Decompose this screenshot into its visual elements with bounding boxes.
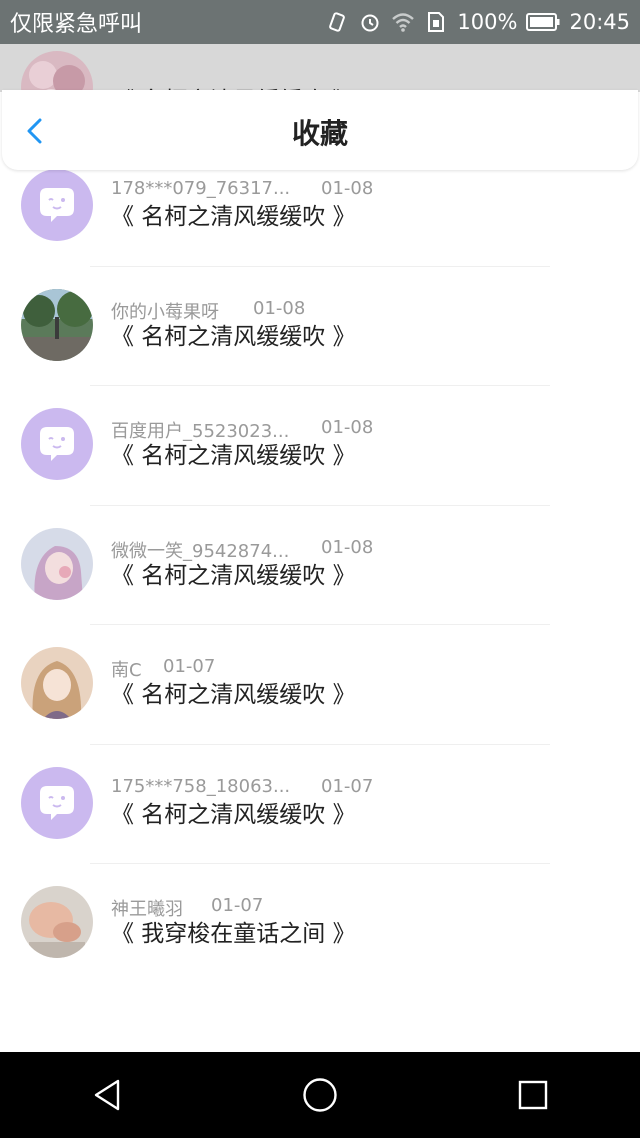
favorites-list: 《 名柯之清风缓缓吹 》 178***079_76317... 01-08 《 … (0, 51, 640, 984)
clock: 20:45 (569, 10, 630, 34)
item-meta: 175***758_18063... 01-07 (111, 775, 373, 797)
list-item[interactable]: 神王曦羽 01-07 《 我穿梭在童话之间 》 (0, 864, 640, 984)
item-title: 《 名柯之清风缓缓吹 》 (111, 323, 356, 350)
avatar (21, 886, 93, 958)
sim-icon (424, 10, 448, 34)
list-item[interactable]: 南C 01-07 《 名柯之清风缓缓吹 》 (0, 625, 640, 745)
nav-home-button[interactable] (300, 1075, 340, 1115)
circle-home-icon (303, 1078, 337, 1112)
item-date: 01-08 (253, 297, 306, 319)
wifi-icon (391, 10, 415, 34)
item-title: 《 我穿梭在童话之间 》 (111, 921, 356, 947)
avatar (21, 647, 93, 719)
avatar (21, 169, 93, 241)
default-avatar-icon (21, 169, 93, 241)
vibrate-icon (325, 10, 349, 34)
item-date: 01-07 (321, 775, 374, 797)
item-date: 01-07 (163, 656, 216, 677)
alarm-icon (358, 10, 382, 34)
nav-recents-button[interactable] (513, 1075, 553, 1115)
item-date: 01-08 (321, 536, 374, 558)
item-user: 178***079_76317... (111, 178, 291, 199)
item-date: 01-08 (321, 417, 374, 438)
list-item[interactable]: 微微一笑_9542874... 01-08 《 名柯之清风缓缓吹 》 (0, 506, 640, 625)
default-avatar-icon (21, 766, 93, 839)
battery-icon (526, 10, 560, 34)
default-avatar-icon (21, 408, 93, 480)
item-title: 《 名柯之清风缓缓吹 》 (111, 562, 356, 589)
item-date: 01-07 (211, 895, 264, 916)
item-date: 01-08 (321, 178, 374, 199)
carrier-text: 仅限紧急呼叫 (10, 12, 143, 37)
triangle-back-icon (94, 1079, 119, 1111)
status-bar: 仅限紧急呼叫 100% 20:45 (0, 0, 640, 44)
list-item[interactable]: 175***758_18063... 01-07 《 名柯之清风缓缓吹 》 (0, 745, 640, 864)
square-recents-icon (519, 1080, 548, 1110)
avatar (21, 408, 93, 480)
avatar (21, 527, 93, 600)
list-item[interactable]: 百度用户_5523023... 01-08 《 名柯之清风缓缓吹 》 (0, 386, 640, 506)
nav-back-button[interactable] (87, 1075, 127, 1115)
page-title: 收藏 (291, 117, 348, 150)
item-meta: 178***079_76317... 01-08 (111, 178, 373, 199)
avatar (21, 288, 93, 361)
system-nav-bar (0, 1052, 640, 1138)
status-icons: 100% 20:45 (325, 10, 630, 34)
item-title: 《 名柯之清风缓缓吹 》 (111, 682, 356, 708)
item-title: 《 名柯之清风缓缓吹 》 (111, 801, 356, 828)
list-item[interactable]: 你的小莓果呀 01-08 《 名柯之清风缓缓吹 》 (0, 267, 640, 386)
battery-percent: 100% (457, 10, 518, 34)
avatar (21, 766, 93, 839)
page-header: 收藏 (2, 90, 638, 170)
item-title: 《 名柯之清风缓缓吹 》 (111, 204, 356, 230)
item-user: 175***758_18063... (111, 775, 291, 797)
item-title: 《 名柯之清风缓缓吹 》 (111, 443, 356, 469)
